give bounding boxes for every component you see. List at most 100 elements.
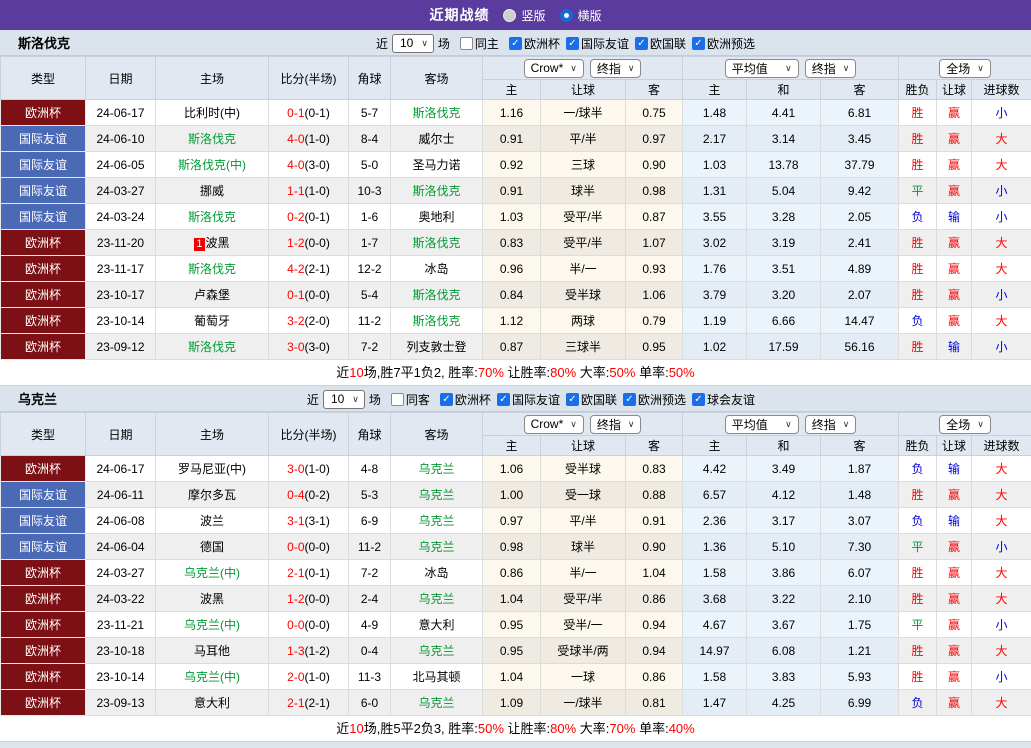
match-date-cell: 24-03-24 [86,204,156,230]
away-team-cell[interactable]: 斯洛伐克 [391,282,483,308]
away-team-cell[interactable]: 乌克兰 [391,638,483,664]
home-team-cell[interactable]: 挪威 [156,178,269,204]
match-count-select[interactable]: 10 ∨ [392,34,434,53]
home-team-cell[interactable]: 斯洛伐克 [156,334,269,360]
match-count-select[interactable]: 10 ∨ [323,390,365,409]
checkbox-checked-icon: ✓ [692,37,705,50]
odds-period-select[interactable]: 终指∨ [590,59,642,78]
result-handicap-cell: 赢 [937,230,972,256]
home-team-cell[interactable]: 乌克兰(中) [156,664,269,690]
home-team-cell[interactable]: 卢森堡 [156,282,269,308]
chevron-down-icon: ∨ [785,420,792,429]
avg-source-select[interactable]: 平均值∨ [725,59,799,78]
away-team-cell[interactable]: 列支敦士登 [391,334,483,360]
away-team-cell[interactable]: 威尔士 [391,126,483,152]
result-handicap-cell: 赢 [937,178,972,204]
radio-horizontal-label: 横版 [578,7,602,24]
col-odds-away: 客 [626,436,683,456]
col-odds-handicap: 让球 [541,436,626,456]
avg-away-cell: 7.30 [821,534,899,560]
away-team-cell[interactable]: 北马其顿 [391,664,483,690]
corner-cell: 0-4 [349,638,391,664]
away-team-cell[interactable]: 意大利 [391,612,483,638]
col-odds-handicap: 让球 [541,80,626,100]
avg-source-select[interactable]: 平均值∨ [725,415,799,434]
odds-handicap-cell: 平/半 [541,508,626,534]
match-date-cell: 23-10-17 [86,282,156,308]
league-checkbox[interactable]: ✓国际友谊 [566,35,629,52]
league-checkbox[interactable]: ✓球会友谊 [692,391,755,408]
odds-home-cell: 0.84 [483,282,541,308]
away-team-cell[interactable]: 乌克兰 [391,456,483,482]
home-team-cell[interactable]: 乌克兰(中) [156,612,269,638]
same-venue-checkbox[interactable]: 同客 [391,391,430,408]
score-cell: 3-1(3-1) [269,508,349,534]
home-team-cell[interactable]: 德国 [156,534,269,560]
home-team-cell[interactable]: 斯洛伐克(中) [156,152,269,178]
layout-vertical-radio[interactable]: 竖版 [503,7,545,24]
match-date-cell: 24-06-17 [86,100,156,126]
match-type-cell: 欧洲杯 [1,456,86,482]
avg-away-cell: 3.45 [821,126,899,152]
away-team-cell[interactable]: 乌克兰 [391,482,483,508]
home-team-cell[interactable]: 波兰 [156,508,269,534]
odds-source-select[interactable]: Crow*∨ [524,59,584,78]
corner-cell: 10-3 [349,178,391,204]
home-team-cell[interactable]: 意大利 [156,690,269,716]
away-team-cell[interactable]: 斯洛伐克 [391,100,483,126]
summary-text: 大率: [576,721,609,736]
away-team-cell[interactable]: 圣马力诺 [391,152,483,178]
away-team-cell[interactable]: 斯洛伐克 [391,308,483,334]
scope-select[interactable]: 全场∨ [939,415,991,434]
match-row: 国际友谊24-06-11摩尔多瓦0-4(0-2)5-3乌克兰1.00受一球0.8… [1,482,1031,508]
match-row: 欧洲杯23-10-18马耳他1-3(1-2)0-4乌克兰0.95受球半/两0.9… [1,638,1031,664]
home-team-cell[interactable]: 波黑 [156,586,269,612]
home-team-cell[interactable]: 罗马尼亚(中) [156,456,269,482]
league-checkbox[interactable]: ✓欧洲杯 [440,391,491,408]
odds-period-select[interactable]: 终指∨ [590,415,642,434]
footer-strip [0,742,1031,748]
league-checkbox[interactable]: ✓欧洲预选 [623,391,686,408]
home-team-cell[interactable]: 葡萄牙 [156,308,269,334]
away-team-cell[interactable]: 乌克兰 [391,586,483,612]
odds-source-select[interactable]: Crow*∨ [524,415,584,434]
home-team-cell[interactable]: 乌克兰(中) [156,560,269,586]
home-team-cell[interactable]: 马耳他 [156,638,269,664]
league-checkbox[interactable]: ✓欧洲预选 [692,35,755,52]
home-team-cell[interactable]: 斯洛伐克 [156,256,269,282]
corner-cell: 7-2 [349,334,391,360]
away-team-cell[interactable]: 斯洛伐克 [391,230,483,256]
league-checkbox[interactable]: ✓欧国联 [635,35,686,52]
layout-horizontal-radio[interactable]: 横版 [560,7,602,24]
league-checkbox[interactable]: ✓欧国联 [566,391,617,408]
result-goals-cell: 大 [972,230,1031,256]
away-team-cell[interactable]: 冰岛 [391,256,483,282]
league-checkbox[interactable]: ✓国际友谊 [497,391,560,408]
avg-period-select[interactable]: 终指∨ [805,59,857,78]
home-team-cell[interactable]: 摩尔多瓦 [156,482,269,508]
odds-away-cell: 0.90 [626,152,683,178]
home-team-cell[interactable]: 斯洛伐克 [156,204,269,230]
away-team-cell[interactable]: 乌克兰 [391,690,483,716]
home-team-cell[interactable]: 斯洛伐克 [156,126,269,152]
avg-period-select[interactable]: 终指∨ [805,415,857,434]
match-date-cell: 23-11-17 [86,256,156,282]
home-team-cell[interactable]: 1波黑 [156,230,269,256]
home-team-cell[interactable]: 比利时(中) [156,100,269,126]
away-team-cell[interactable]: 斯洛伐克 [391,178,483,204]
match-row: 国际友谊24-06-08波兰3-1(3-1)6-9乌克兰0.97平/半0.912… [1,508,1031,534]
odds-away-cell: 0.86 [626,664,683,690]
games-label: 场 [438,35,450,52]
scope-select[interactable]: 全场∨ [939,59,991,78]
match-row: 欧洲杯23-09-12斯洛伐克3-0(3-0)7-2列支敦士登0.87三球半0.… [1,334,1031,360]
odds-handicap-cell: 半/一 [541,560,626,586]
checkbox-checked-icon: ✓ [566,393,579,406]
away-team-cell[interactable]: 奥地利 [391,204,483,230]
avg-home-cell: 1.58 [683,664,747,690]
halftime-score: (2-0) [305,314,330,328]
away-team-cell[interactable]: 乌克兰 [391,508,483,534]
away-team-cell[interactable]: 乌克兰 [391,534,483,560]
away-team-cell[interactable]: 冰岛 [391,560,483,586]
league-checkbox[interactable]: ✓欧洲杯 [509,35,560,52]
same-venue-checkbox[interactable]: 同主 [460,35,499,52]
